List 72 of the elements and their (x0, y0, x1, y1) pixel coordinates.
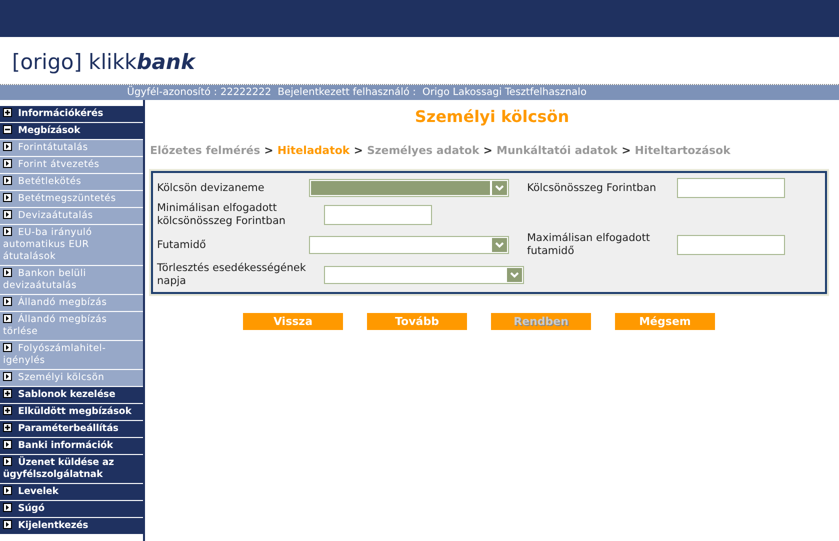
sidebar-item[interactable]: Folyószámlahitel-igénylés (0, 341, 143, 370)
field-label: Minimálisan elfogadott kölcsönösszeg Forintban (157, 202, 287, 228)
arrow-icon (3, 503, 12, 512)
action-button[interactable]: Mégsem (615, 313, 715, 330)
plus-icon (3, 423, 12, 432)
arrow-icon (3, 486, 12, 495)
sidebar-item[interactable]: Információkérés (0, 106, 143, 123)
sidebar-item[interactable]: Súgó (0, 501, 143, 518)
chevron-down-icon (495, 242, 504, 248)
arrow-icon (3, 457, 12, 466)
sidebar-item[interactable]: EU-ba irányuló automatikus EUR átutalások (0, 225, 143, 266)
sidebar-item[interactable]: Levelek (0, 484, 143, 501)
field-label: Maximálisan elfogadott futamidő (527, 232, 651, 258)
arrow-icon (3, 210, 12, 219)
wizard-step: Munkáltatói adatok (496, 144, 618, 157)
sidebar-item[interactable]: Üzenet küldése az ügyfélszolgálatnak (0, 455, 143, 484)
step-separator: > (354, 144, 363, 157)
arrow-icon (3, 142, 12, 151)
sidebar-item[interactable]: Állandó megbízás (0, 295, 143, 312)
sidebar-item[interactable]: Megbízások (0, 123, 143, 140)
arrow-icon (3, 314, 12, 323)
plus-icon (3, 406, 12, 415)
arrow-icon (3, 520, 12, 529)
wizard-step: Hiteladatok (277, 144, 350, 157)
dropdown-field[interactable] (309, 236, 509, 254)
arrow-icon (3, 372, 12, 381)
step-separator: > (622, 144, 631, 157)
field-label: Törlesztés esedékességének napja (157, 262, 307, 288)
arrow-icon (3, 227, 12, 236)
sidebar-item[interactable]: Banki információk (0, 438, 143, 455)
input-field[interactable] (324, 205, 432, 225)
input-field[interactable] (677, 178, 785, 198)
arrow-icon (3, 176, 12, 185)
sidebar-item[interactable]: Kijelentkezés (0, 518, 143, 535)
plus-icon (3, 389, 12, 398)
plus-icon (3, 108, 12, 117)
arrow-icon (3, 159, 12, 168)
field-label: Kölcsön devizaneme (157, 182, 266, 194)
arrow-icon (3, 193, 12, 202)
field-label: Kölcsönösszeg Forintban (527, 182, 658, 194)
chevron-down-icon (510, 272, 519, 278)
arrow-icon (3, 268, 12, 277)
arrow-icon (3, 440, 12, 449)
input-field[interactable] (677, 235, 785, 255)
dropdown-field[interactable] (309, 179, 509, 197)
sidebar-item[interactable]: Paraméterbeállítás (0, 421, 143, 438)
sidebar-item[interactable]: Elküldött megbízások (0, 404, 143, 421)
arrow-icon (3, 343, 12, 352)
action-button[interactable]: Tovább (367, 313, 467, 330)
wizard-step: Előzetes felmérés (150, 144, 260, 157)
step-separator: > (483, 144, 492, 157)
sidebar-item[interactable]: Forintátutalás (0, 140, 143, 157)
step-separator: > (264, 144, 274, 157)
page-title: Személyi kölcsön (414, 107, 570, 126)
sidebar-item[interactable]: Betétlekötés (0, 174, 143, 191)
sidebar-item[interactable]: Állandó megbízás törlése (0, 312, 143, 341)
sidebar-item[interactable]: Bankon belüli devizaátutalás (0, 266, 143, 295)
sidebar-item[interactable]: Betétmegszüntetés (0, 191, 143, 208)
sidebar-item[interactable]: Sablonok kezelése (0, 387, 143, 404)
chevron-down-icon (495, 185, 504, 191)
bank-logo: [origo] klikkbank (12, 50, 195, 74)
field-label: Futamidő (157, 238, 207, 252)
wizard-step: Személyes adatok (366, 144, 480, 157)
action-button[interactable]: Vissza (243, 313, 343, 330)
arrow-icon (3, 297, 12, 306)
sidebar-item[interactable]: Személyi kölcsön (0, 370, 143, 387)
wizard-step: Hiteltartozások (634, 144, 730, 157)
user-info-bar: Ügyfél-azonosító : 22222222 Bejelentkezett felhasználó : Origo Lakossagi Tesztfelhasznalo (0, 85, 839, 100)
dropdown-field[interactable] (324, 266, 524, 284)
minus-icon (3, 125, 12, 134)
sidebar-item[interactable]: Forint átvezetés (0, 157, 143, 174)
sidebar-item[interactable]: Devizaátutalás (0, 208, 143, 225)
